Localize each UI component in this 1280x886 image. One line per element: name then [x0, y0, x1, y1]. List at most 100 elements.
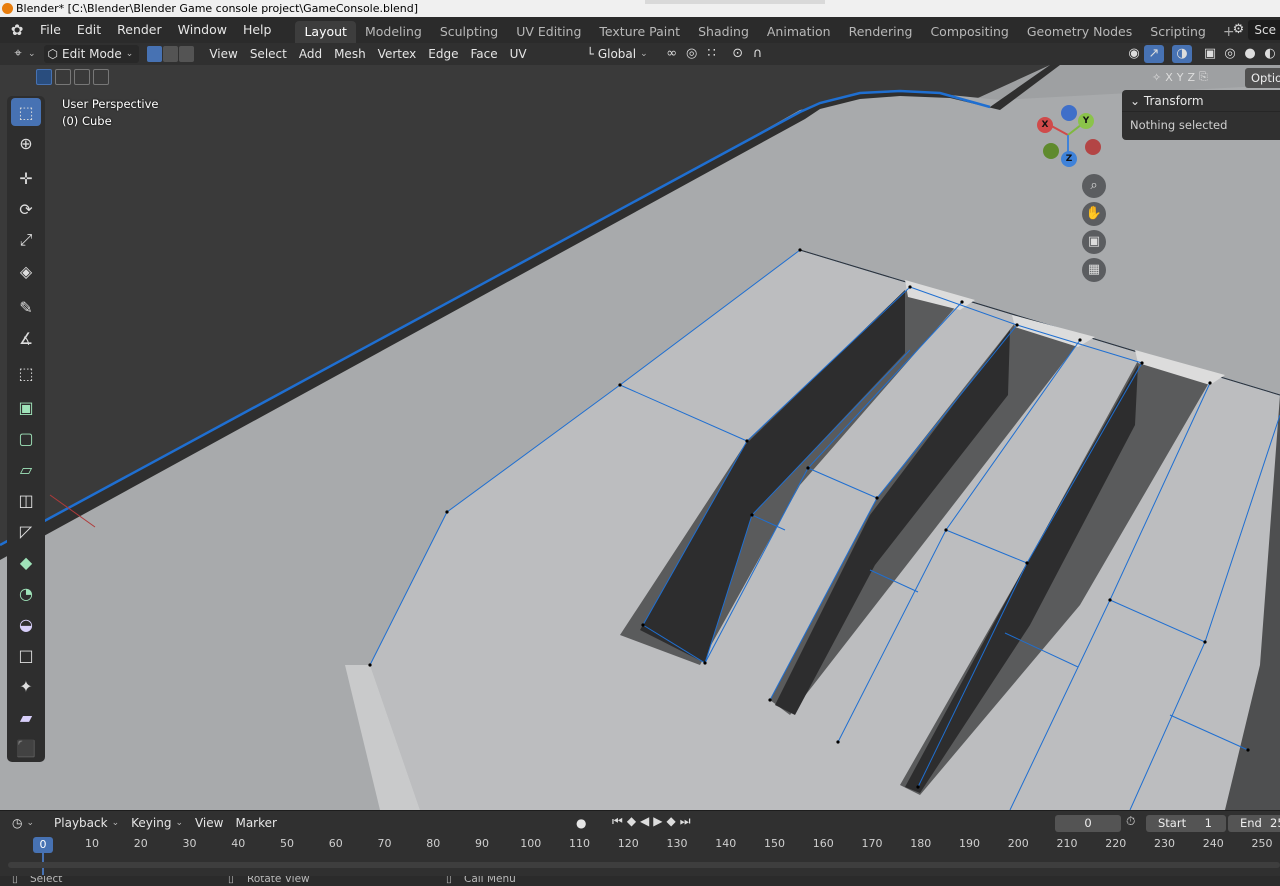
- bevel-tool-icon[interactable]: ▱: [11, 455, 41, 483]
- menu-vertex[interactable]: Vertex: [372, 45, 423, 63]
- scene-type-icon[interactable]: ⚙: [1228, 21, 1248, 39]
- tab-geometry-nodes[interactable]: Geometry Nodes: [1018, 21, 1141, 43]
- tab-rendering[interactable]: Rendering: [840, 21, 922, 43]
- edge-select-icon[interactable]: [163, 46, 179, 62]
- rip-region-tool-icon[interactable]: ⬛: [11, 734, 41, 762]
- play-reverse-icon[interactable]: ◀: [640, 814, 649, 829]
- zoom-icon[interactable]: ⌕: [1082, 174, 1106, 198]
- select-box-tool-icon[interactable]: ⬚: [11, 98, 41, 126]
- xray-toggle-icon[interactable]: ▣: [1200, 45, 1220, 63]
- menu-view[interactable]: View: [203, 45, 243, 63]
- add-cube-tool-icon[interactable]: ⬚: [11, 359, 41, 387]
- camera-view-icon[interactable]: ▣: [1082, 230, 1106, 254]
- select-new-icon[interactable]: [36, 69, 52, 85]
- menu-timeline-view[interactable]: View: [189, 816, 229, 830]
- shrink-fatten-tool-icon[interactable]: ✦: [11, 672, 41, 700]
- overlay-toggle-icon[interactable]: ◑: [1172, 45, 1192, 63]
- menu-uv[interactable]: UV: [504, 45, 533, 63]
- mirror-y-toggle[interactable]: Y: [1177, 71, 1184, 84]
- solid-shading-icon[interactable]: ●: [1240, 45, 1260, 63]
- tab-modeling[interactable]: Modeling: [356, 21, 431, 43]
- annotate-tool-icon[interactable]: ✎: [11, 293, 41, 321]
- scale-tool-icon[interactable]: ⤢: [11, 226, 41, 254]
- mirror-z-toggle[interactable]: Z: [1188, 71, 1196, 84]
- cursor-tool-icon[interactable]: ⊕: [11, 129, 41, 157]
- snap-icon[interactable]: ◎: [682, 45, 702, 63]
- jump-start-icon[interactable]: ⏮: [612, 814, 623, 829]
- jump-end-icon[interactable]: ⏭: [680, 814, 691, 829]
- move-tool-icon[interactable]: ✛: [11, 164, 41, 192]
- rotate-tool-icon[interactable]: ⟳: [11, 195, 41, 223]
- select-extend-icon[interactable]: [55, 69, 71, 85]
- menu-render[interactable]: Render: [109, 17, 170, 43]
- stopwatch-icon[interactable]: ⏱: [1126, 814, 1135, 829]
- menu-help[interactable]: Help: [235, 17, 280, 43]
- prev-keyframe-icon[interactable]: ◆: [627, 814, 636, 829]
- current-frame-field[interactable]: 0: [1055, 815, 1121, 832]
- gizmo-z-icon[interactable]: Z: [1061, 151, 1077, 167]
- gizmo-y-icon[interactable]: Y: [1078, 113, 1094, 129]
- visibility-icon[interactable]: ◉: [1124, 45, 1144, 63]
- gizmo-x-icon[interactable]: X: [1037, 117, 1053, 133]
- frame-ruler[interactable]: 10 20 30 40 50 60 70 80 90 100 110 120 130 140 150 160 1…: [0, 837, 1280, 853]
- tab-animation[interactable]: Animation: [758, 21, 840, 43]
- tab-sculpting[interactable]: Sculpting: [431, 21, 507, 43]
- menu-file[interactable]: File: [32, 17, 69, 43]
- proportional-edit-icon[interactable]: ⊙: [728, 45, 748, 63]
- falloff-curve-icon[interactable]: ∩: [748, 45, 768, 63]
- gizmo-toggle-icon[interactable]: ↗: [1144, 45, 1164, 63]
- extrude-tool-icon[interactable]: ▣: [11, 393, 41, 421]
- menu-select[interactable]: Select: [244, 45, 293, 63]
- transform-tool-icon[interactable]: ◈: [11, 257, 41, 285]
- end-frame-field[interactable]: End 25: [1228, 815, 1280, 832]
- menu-mesh[interactable]: Mesh: [328, 45, 372, 63]
- edge-slide-tool-icon[interactable]: □: [11, 641, 41, 669]
- options-button[interactable]: Options: [1245, 68, 1280, 88]
- material-shading-icon[interactable]: ◐: [1260, 45, 1280, 63]
- tab-texture-paint[interactable]: Texture Paint: [590, 21, 689, 43]
- auto-merge-icon[interactable]: ⎘: [1199, 70, 1208, 84]
- tab-compositing[interactable]: Compositing: [921, 21, 1017, 43]
- menu-add[interactable]: Add: [293, 45, 328, 63]
- menu-face[interactable]: Face: [464, 45, 503, 63]
- poly-build-tool-icon[interactable]: ◆: [11, 548, 41, 576]
- next-keyframe-icon[interactable]: ◆: [667, 814, 676, 829]
- mirror-x-toggle[interactable]: X: [1165, 71, 1173, 84]
- timeline-scrollbar[interactable]: [8, 862, 1280, 868]
- menu-keying[interactable]: Keying ⌄: [125, 816, 189, 830]
- snap-increment-icon[interactable]: ∷: [702, 45, 722, 63]
- menu-playback[interactable]: Playback ⌄: [48, 816, 125, 830]
- blender-menu-icon[interactable]: ✿: [8, 21, 26, 39]
- measure-tool-icon[interactable]: ∡: [11, 324, 41, 352]
- gizmo-neg-z-icon[interactable]: [1061, 105, 1077, 121]
- 3d-viewport[interactable]: User Perspective (0) Cube X Y Z ⌕ ✋ ▣ ▦: [0, 65, 1280, 810]
- transform-orientation-dropdown[interactable]: └ Global ⌄: [583, 45, 654, 63]
- select-subtract-icon[interactable]: [74, 69, 90, 85]
- timeline-editor-type[interactable]: ◷ ⌄: [6, 816, 40, 830]
- tab-shading[interactable]: Shading: [689, 21, 758, 43]
- pivot-point-icon[interactable]: ∞: [662, 45, 682, 63]
- tab-uv-editing[interactable]: UV Editing: [507, 21, 590, 43]
- ortho-grid-icon[interactable]: ▦: [1082, 258, 1106, 282]
- inset-tool-icon[interactable]: ▢: [11, 424, 41, 452]
- shear-tool-icon[interactable]: ▰: [11, 703, 41, 731]
- menu-edge[interactable]: Edge: [422, 45, 464, 63]
- vertex-select-icon[interactable]: [147, 46, 163, 62]
- tab-layout[interactable]: Layout: [295, 21, 356, 43]
- face-select-icon[interactable]: [179, 46, 195, 62]
- smooth-tool-icon[interactable]: ◒: [11, 610, 41, 638]
- start-frame-field[interactable]: Start 1: [1146, 815, 1226, 832]
- menu-window[interactable]: Window: [170, 17, 235, 43]
- tab-scripting[interactable]: Scripting: [1141, 21, 1215, 43]
- spin-tool-icon[interactable]: ◔: [11, 579, 41, 607]
- record-button[interactable]: ●: [570, 816, 592, 830]
- menu-marker[interactable]: Marker: [229, 816, 282, 830]
- loop-cut-tool-icon[interactable]: ◫: [11, 486, 41, 514]
- playhead[interactable]: 0: [33, 837, 53, 853]
- pan-hand-icon[interactable]: ✋: [1082, 202, 1106, 226]
- scene-selector[interactable]: Sce: [1248, 20, 1280, 40]
- menu-edit[interactable]: Edit: [69, 17, 109, 43]
- mode-dropdown[interactable]: ⬡ Edit Mode ⌄: [43, 45, 140, 63]
- editor-type-icon[interactable]: ⌖: [8, 45, 28, 63]
- select-invert-icon[interactable]: [93, 69, 109, 85]
